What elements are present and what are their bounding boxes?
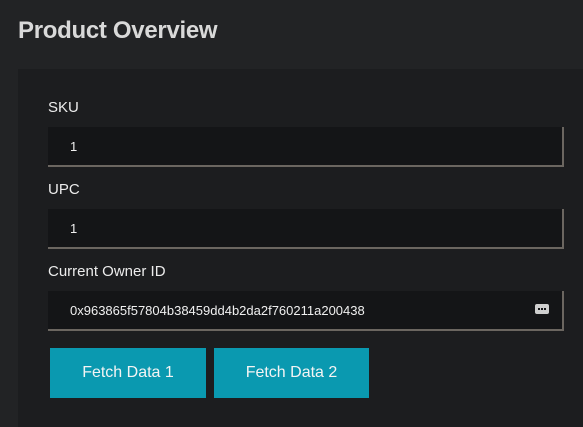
product-form-card: SKU UPC Current Owner ID Fetch Data 1 Fe…	[18, 69, 583, 427]
sku-input[interactable]	[48, 127, 564, 167]
sku-label: SKU	[48, 99, 79, 116]
owner-id-input[interactable]	[48, 291, 564, 331]
upc-input[interactable]	[48, 209, 564, 249]
fetch-data-1-button[interactable]: Fetch Data 1	[50, 348, 206, 398]
page: Product Overview SKU UPC Current Owner I…	[0, 0, 583, 427]
owner-id-label: Current Owner ID	[48, 263, 166, 280]
upc-label: UPC	[48, 181, 80, 198]
page-title: Product Overview	[18, 17, 218, 44]
keyboard-icon[interactable]	[535, 304, 549, 314]
fetch-data-2-button[interactable]: Fetch Data 2	[214, 348, 369, 398]
